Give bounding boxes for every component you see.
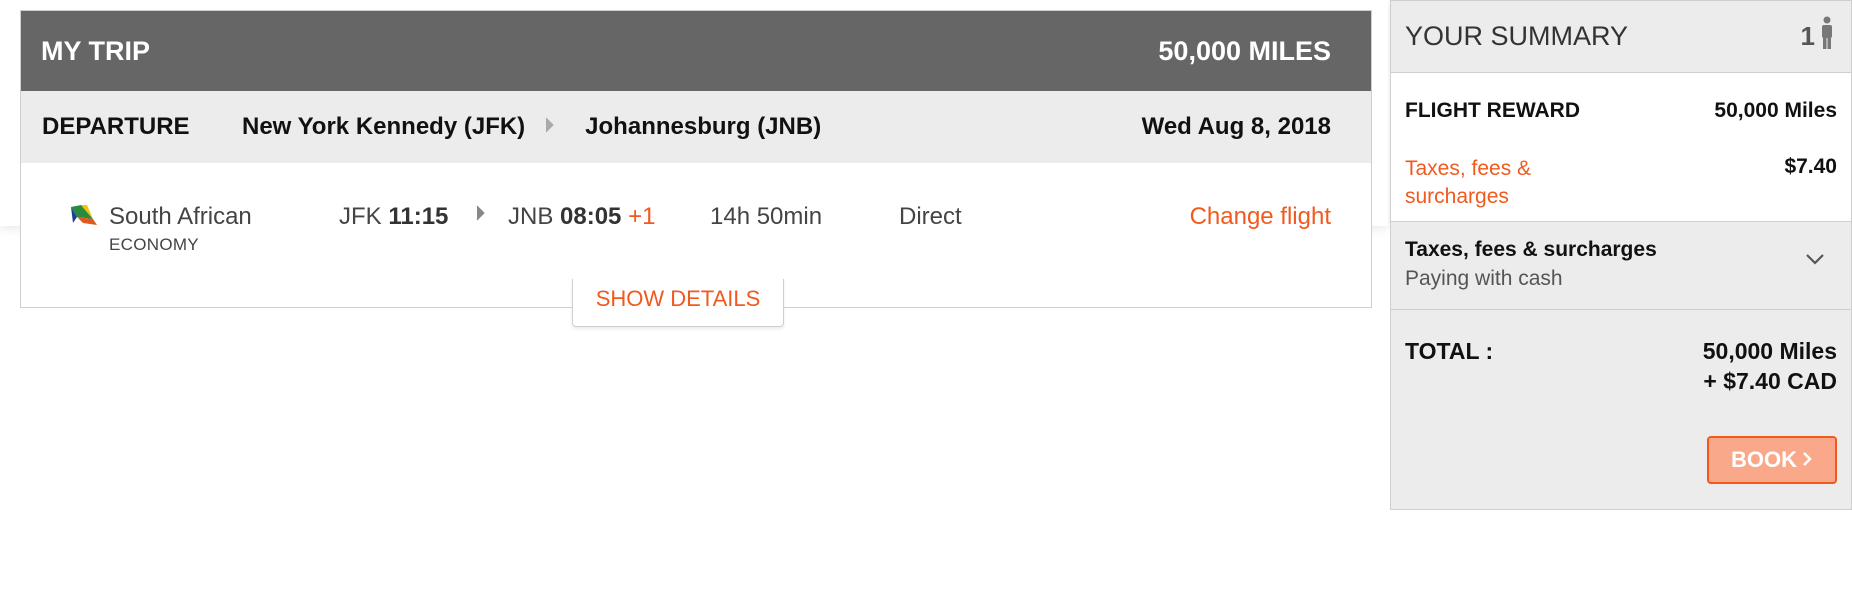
arrival-clock: 08:05 [560,203,622,230]
chevron-right-icon [545,116,555,139]
trip-header: MY TRIP 50,000 MILES [21,11,1371,91]
arrival-time: JNB 08:05 +1 [508,203,655,231]
chevron-right-icon [476,205,486,226]
taxes-payment-toggle[interactable]: Taxes, fees & surcharges Paying with cas… [1391,222,1851,310]
flight-reward-value: 50,000 Miles [1714,99,1837,122]
departure-label: DEPARTURE [42,113,190,140]
total-cash: + $7.40 CAD [1703,368,1837,394]
passenger-count-value: 1 [1800,21,1815,51]
departure-time: JFK 11:15 [339,203,448,231]
airline-name: South African [109,203,252,230]
person-icon [1819,16,1835,57]
summary-title: YOUR SUMMARY [1405,21,1629,51]
total-miles: 50,000 Miles [1702,338,1837,364]
payment-method-text: Paying with cash [1405,267,1563,290]
chevron-right-icon [1803,447,1813,473]
book-button-label: BOOK [1731,447,1797,472]
summary-panel: YOUR SUMMARY 1 FLIGHT REWARD 50,000 Mile… [1390,0,1852,510]
taxes-section-title: Taxes, fees & surcharges [1405,238,1657,261]
departure-row: DEPARTURE New York Kennedy (JFK) Johanne… [21,91,1371,163]
arrival-day-offset: +1 [628,203,656,230]
show-details-button[interactable]: SHOW DETAILS [572,279,784,327]
chevron-down-icon[interactable] [1805,252,1825,266]
cabin-class: ECONOMY [109,235,199,254]
departure-airport-code: JFK [339,203,382,230]
flight-reward-label: FLIGHT REWARD [1405,99,1580,122]
flight-duration: 14h 50min [710,203,823,230]
change-flight-link[interactable]: Change flight [1190,203,1331,231]
total-label: TOTAL : [1405,338,1494,364]
departure-clock: 11:15 [388,203,449,230]
trip-title: MY TRIP [41,35,151,66]
passenger-count: 1 [1801,16,1835,57]
taxes-fees-link[interactable]: Taxes, fees & surcharges [1405,155,1605,211]
taxes-fees-value: $7.40 [1784,155,1837,178]
south-african-airways-logo-icon [71,205,97,225]
arrival-airport-code: JNB [508,203,554,230]
summary-total: TOTAL : 50,000 Miles + $7.40 CAD BOOK [1391,310,1851,510]
departure-date: Wed Aug 8, 2018 [1141,113,1331,140]
trip-total-miles: 50,000 MILES [1158,35,1331,66]
summary-header: YOUR SUMMARY 1 [1391,1,1851,73]
my-trip-card: MY TRIP 50,000 MILES DEPARTURE New York … [20,10,1372,308]
summary-cost-breakdown: FLIGHT REWARD 50,000 Miles Taxes, fees &… [1391,73,1851,222]
book-button[interactable]: BOOK [1707,436,1837,484]
departure-origin: New York Kennedy (JFK) [242,113,526,140]
flight-stops: Direct [899,203,962,230]
departure-destination: Johannesburg (JNB) [585,113,822,140]
